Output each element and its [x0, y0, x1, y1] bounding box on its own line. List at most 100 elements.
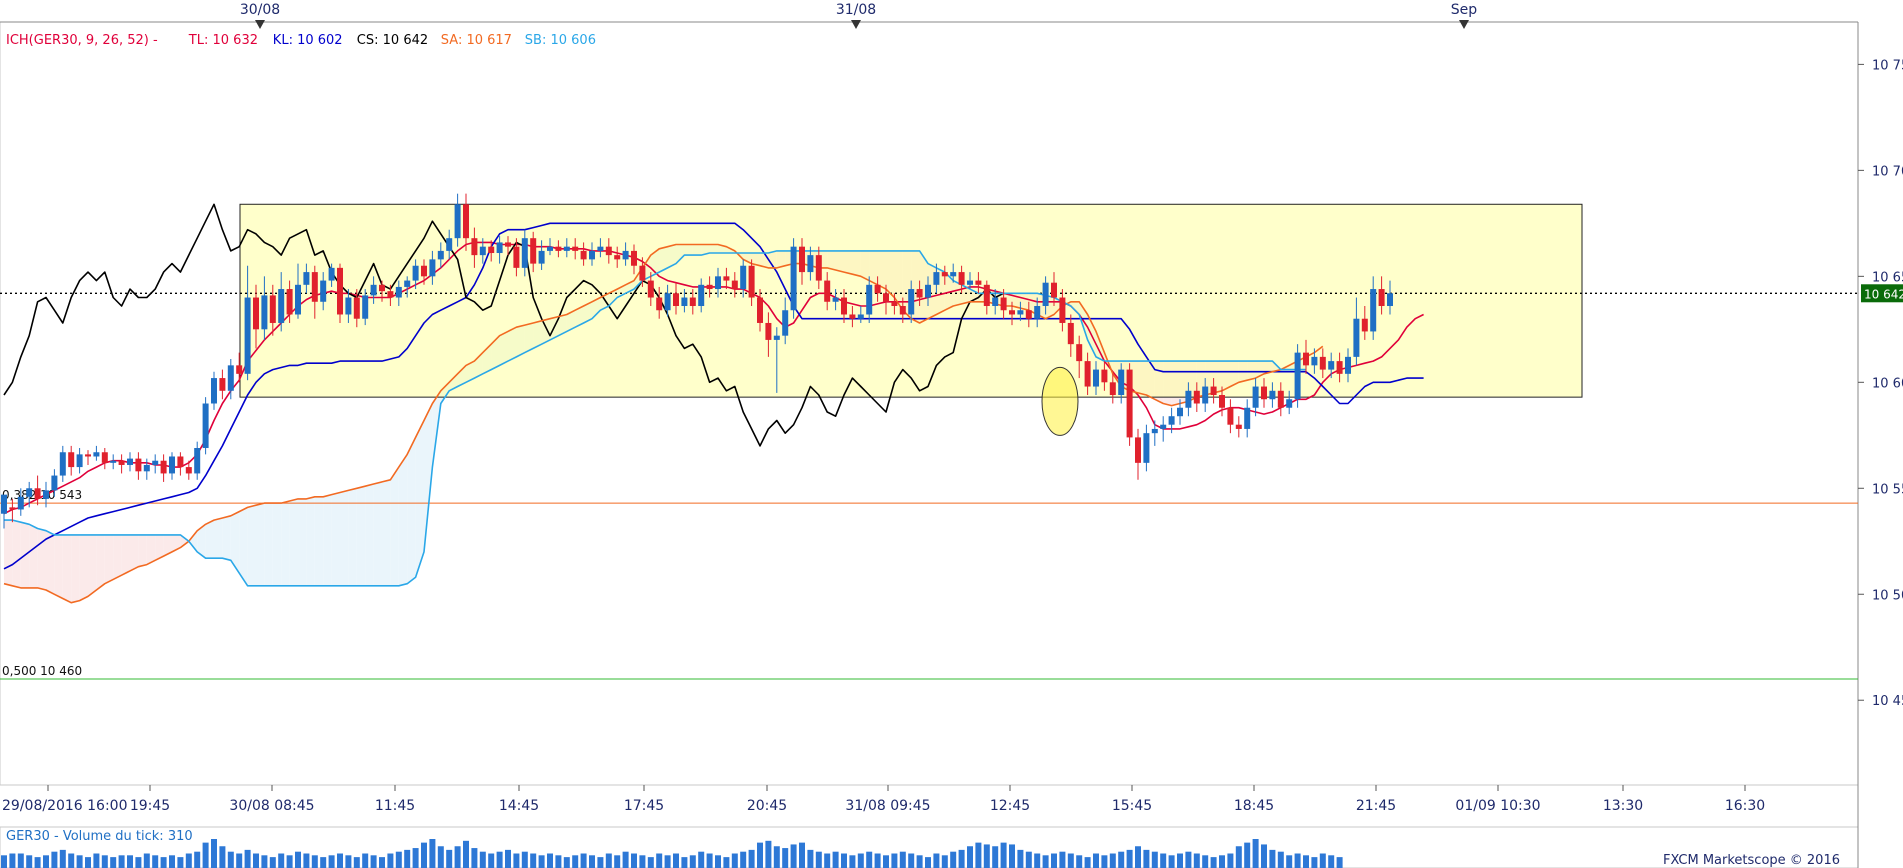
- volume-bar: [555, 855, 562, 868]
- day-marker-label: 30/08: [240, 2, 280, 18]
- candle-body: [1143, 433, 1150, 463]
- volume-bar: [362, 853, 369, 868]
- volume-bar: [337, 853, 343, 868]
- legend-item: TL: 10 632: [188, 33, 258, 48]
- cloud-segment: [289, 498, 298, 586]
- volume-bar: [1244, 842, 1251, 868]
- volume-bar: [412, 848, 419, 868]
- candle-body: [1017, 310, 1024, 315]
- volume-bar: [395, 851, 402, 868]
- candle-body: [211, 378, 217, 404]
- candle-body: [1319, 356, 1326, 370]
- cloud-segment: [130, 534, 139, 571]
- candle-body: [1202, 386, 1209, 404]
- candle-body: [555, 246, 562, 251]
- candle-body: [1361, 318, 1368, 332]
- volume-bar: [127, 855, 133, 868]
- volume-bar: [269, 857, 276, 868]
- cloud-segment: [306, 496, 315, 586]
- volume-bar: [261, 855, 268, 868]
- volume-bar: [773, 846, 780, 868]
- volume-bar: [1051, 853, 1057, 868]
- ichimoku-chart: 0,382 10 543 0,500 10 460 10 642 10 450 10…: [0, 0, 1903, 868]
- candle-body: [1042, 282, 1049, 307]
- candle-body: [34, 488, 41, 499]
- candle-body: [9, 507, 16, 510]
- volume-bar: [706, 853, 713, 868]
- volume-bar: [463, 840, 469, 868]
- volume-bar: [941, 855, 948, 868]
- volume-bar: [1286, 855, 1293, 868]
- candle-body: [353, 297, 360, 319]
- candle-body: [925, 284, 931, 298]
- candle-body: [76, 454, 83, 468]
- volume-bar: [1059, 851, 1066, 868]
- candle-body: [1252, 386, 1259, 408]
- candle-body: [731, 280, 738, 290]
- x-tick-label: 11:45: [375, 798, 415, 814]
- volume-bar: [311, 855, 318, 868]
- candle-body: [85, 454, 91, 457]
- copyright-label: FXCM Marketscope © 2016: [1663, 853, 1840, 868]
- candle-body: [1067, 322, 1074, 345]
- volume-bar: [757, 842, 763, 868]
- candle-body: [295, 284, 301, 315]
- volume-bar: [345, 855, 352, 868]
- candle-body: [941, 272, 948, 277]
- candle-body: [169, 456, 175, 474]
- candle-body: [404, 280, 411, 287]
- candle-body: [269, 295, 276, 323]
- candle-body: [1269, 390, 1276, 400]
- volume-bar: [429, 839, 436, 868]
- candle-body: [647, 280, 654, 298]
- candle-body: [412, 265, 419, 281]
- candle-body: [110, 460, 117, 463]
- candle-body: [421, 265, 427, 277]
- candle-body: [1151, 428, 1158, 434]
- cloud-segment: [407, 437, 416, 584]
- volume-bar: [538, 855, 545, 868]
- cloud-segment: [298, 498, 307, 586]
- volume-bar: [1219, 855, 1225, 868]
- candle-body: [589, 250, 595, 260]
- candle-body: [891, 301, 898, 307]
- volume-bar: [244, 849, 251, 868]
- x-tick-label: 01/09 10:30: [1455, 798, 1540, 814]
- cloud-segment: [373, 481, 382, 586]
- fib-level-label: 0,382 10 543: [2, 488, 82, 502]
- volume-bar: [614, 855, 621, 868]
- volume-bar: [723, 857, 730, 868]
- candle-body: [689, 297, 696, 307]
- candle-body: [1244, 407, 1251, 429]
- volume-bar: [589, 855, 595, 868]
- candle-body: [992, 297, 999, 307]
- candle-body: [967, 280, 973, 285]
- volume-bar: [983, 844, 990, 868]
- candle-body: [337, 267, 343, 315]
- candle-body: [362, 295, 369, 319]
- candle-body: [311, 272, 318, 302]
- candle-body: [26, 488, 33, 497]
- volume-bar: [967, 846, 973, 868]
- volume-bar: [866, 851, 873, 868]
- volume-bar: [883, 855, 889, 868]
- volume-bar: [387, 853, 394, 868]
- volume-bar: [1160, 853, 1167, 868]
- candle-body: [773, 335, 780, 340]
- candle-body: [1051, 282, 1057, 298]
- volume-bar: [1303, 855, 1309, 868]
- right-axis-area: [1858, 0, 1903, 868]
- volume-bar: [547, 853, 553, 868]
- volume-bar: [1109, 853, 1116, 868]
- candle-body: [1126, 369, 1133, 438]
- candle-body: [1177, 407, 1183, 417]
- volume-bar: [328, 855, 335, 868]
- volume-bar: [1177, 853, 1183, 868]
- volume-bar: [471, 848, 478, 868]
- current-price-label: 10 642: [1864, 287, 1903, 301]
- candle-body: [513, 246, 520, 268]
- cloud-segment: [29, 524, 38, 588]
- volume-bar: [1227, 853, 1234, 868]
- candle-body: [51, 475, 58, 491]
- volume-bar: [93, 853, 100, 868]
